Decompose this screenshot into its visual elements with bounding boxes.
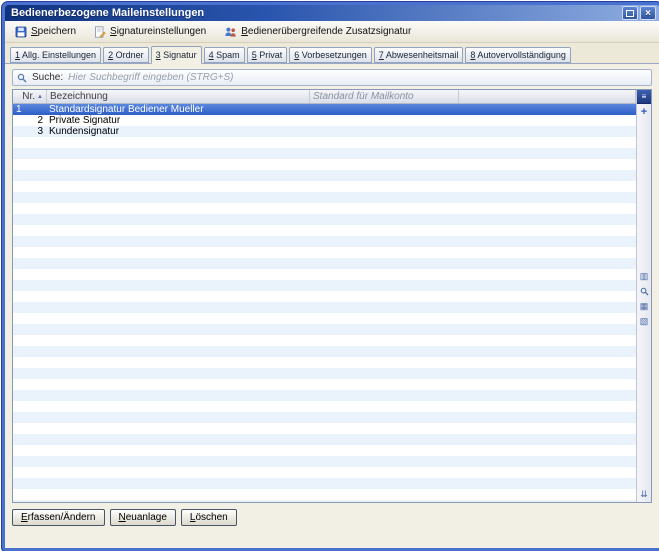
- grid-menu-button[interactable]: ≡: [637, 90, 651, 104]
- maximize-button[interactable]: [622, 6, 638, 20]
- cell-nr: 3: [13, 126, 46, 137]
- cell-standard-mailkonto: [308, 115, 456, 126]
- grid-rail-tools: ▥ ▦ ▧: [637, 272, 651, 326]
- tab-bar: 1 Allg. Einstellungen 2 Ordner 3 Signatu…: [5, 43, 659, 64]
- tab-autovervollstaendigung[interactable]: 8 Autovervollständigung: [465, 47, 571, 63]
- cell-bezeichnung: Private Signatur: [46, 115, 308, 126]
- column-header-standard-mailkonto[interactable]: Standard für Mailkonto: [310, 90, 459, 103]
- table-row-3[interactable]: 3 Kundensignatur: [13, 126, 636, 137]
- footer-buttons: Erfassen/Ändern Neuanlage Löschen: [12, 509, 652, 526]
- tab-vorbesetzungen[interactable]: 6 Vorbesetzungen: [289, 47, 372, 63]
- erfassen-aendern-button[interactable]: Erfassen/Ändern: [12, 509, 105, 526]
- neuanlage-button[interactable]: Neuanlage: [110, 509, 176, 526]
- cell-nr: 1: [13, 104, 46, 115]
- signature-settings-button[interactable]: Signatureinstellungen: [90, 24, 210, 40]
- cards-icon[interactable]: ▦: [640, 302, 649, 311]
- toolbar: Speichern Signatureinstellungen Bediener…: [5, 21, 659, 43]
- cell-bezeichnung: Kundensignatur: [46, 126, 308, 137]
- window-title: Bedienerbezogene Maileinstellungen: [11, 7, 204, 19]
- shared-signature-icon: [224, 26, 237, 38]
- columns-icon[interactable]: ▥: [640, 272, 649, 281]
- cell-standard-mailkonto: [308, 126, 456, 137]
- signatures-grid: Nr. ▲ Bezeichnung Standard für Mailkonto…: [12, 89, 652, 503]
- titlebar[interactable]: Bedienerbezogene Maileinstellungen ×: [5, 5, 659, 21]
- window-controls: ×: [622, 6, 656, 20]
- scroll-bottom-icon[interactable]: ⇊: [640, 490, 648, 499]
- save-button-label: Speichern: [31, 26, 76, 37]
- grid-main: Nr. ▲ Bezeichnung Standard für Mailkonto…: [13, 90, 636, 502]
- search-label: Suche:: [32, 72, 63, 83]
- tab-spam[interactable]: 4 Spam: [204, 47, 245, 63]
- content-panel: Suche: Nr. ▲ Bezeichnung Standard für Ma…: [5, 64, 659, 548]
- column-header-bezeichnung[interactable]: Bezeichnung: [47, 90, 310, 103]
- sort-asc-icon: ▲: [37, 94, 43, 100]
- search-icon: [17, 73, 27, 83]
- save-icon: [15, 26, 27, 38]
- search-input[interactable]: [68, 71, 647, 84]
- shared-signature-button-label: Bedienerübergreifende Zusatzsignatur: [241, 26, 411, 37]
- tab-allg-einstellungen[interactable]: 1 Allg. Einstellungen: [10, 47, 101, 63]
- search-bar: Suche:: [12, 69, 652, 86]
- maximize-icon: [626, 10, 634, 17]
- cell-bezeichnung: Standardsignatur Bediener Mueller: [46, 104, 308, 115]
- cell-nr: 2: [13, 115, 46, 126]
- signature-settings-icon: [94, 26, 106, 38]
- zoom-icon[interactable]: [640, 287, 649, 296]
- cell-standard-mailkonto: [308, 104, 456, 115]
- signature-settings-button-label: Signatureinstellungen: [110, 26, 206, 37]
- tab-privat[interactable]: 5 Privat: [247, 47, 288, 63]
- save-button[interactable]: Speichern: [11, 24, 80, 40]
- mail-settings-window: Bedienerbezogene Maileinstellungen × Spe…: [2, 2, 659, 551]
- cell-empty: [456, 115, 636, 126]
- column-header-empty[interactable]: [459, 90, 636, 103]
- add-row-icon[interactable]: +: [641, 107, 647, 117]
- cell-empty: [456, 126, 636, 137]
- grid-side-toolbar: ≡ + ▥ ▦ ▧ ⇊: [636, 90, 651, 502]
- table-row-1[interactable]: 1 Standardsignatur Bediener Mueller: [13, 104, 636, 115]
- table-row-2[interactable]: 2 Private Signatur: [13, 115, 636, 126]
- grid-menu-icon: ≡: [642, 93, 647, 101]
- tab-signatur[interactable]: 3 Signatur: [151, 46, 202, 64]
- close-icon: ×: [645, 9, 651, 18]
- tab-ordner[interactable]: 2 Ordner: [103, 47, 149, 63]
- shared-signature-button[interactable]: Bedienerübergreifende Zusatzsignatur: [220, 24, 415, 40]
- column-header-nr[interactable]: Nr. ▲: [13, 90, 47, 103]
- cell-empty: [456, 104, 636, 115]
- layout-icon[interactable]: ▧: [640, 317, 649, 326]
- tab-abwesenheitsmail[interactable]: 7 Abwesenheitsmail: [374, 47, 464, 63]
- close-button[interactable]: ×: [640, 6, 656, 20]
- grid-header: Nr. ▲ Bezeichnung Standard für Mailkonto: [13, 90, 636, 104]
- empty-rows-area: [13, 137, 636, 502]
- loeschen-button[interactable]: Löschen: [181, 509, 237, 526]
